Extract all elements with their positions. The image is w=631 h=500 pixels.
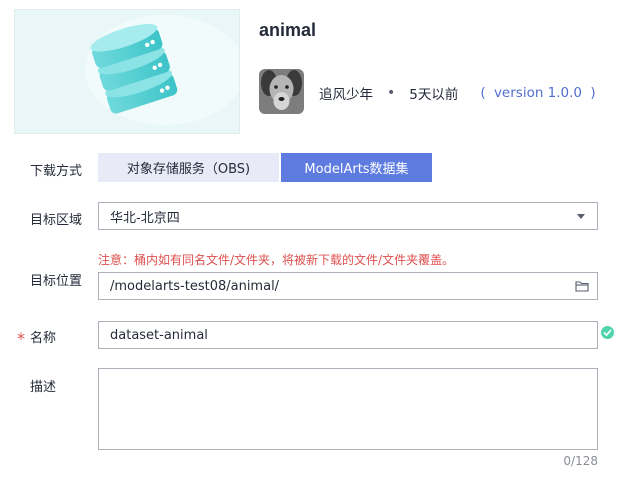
target-location-label: 目标位置 <box>30 274 83 289</box>
dataset-meta: 追风少年 • 5天以前 ( version 1.0.0 ) <box>319 83 598 103</box>
region-select[interactable]: 华北-北京四 <box>98 202 598 230</box>
target-region-label: 目标区域 <box>30 213 83 228</box>
folder-icon[interactable] <box>575 279 589 297</box>
publish-time: 5天以前 <box>409 87 459 103</box>
database-icon <box>85 15 239 125</box>
description-label: 描述 <box>30 380 57 395</box>
meta-separator: • <box>387 85 396 101</box>
name-value: dataset-animal <box>110 327 208 343</box>
dataset-title: animal <box>259 20 317 40</box>
name-input[interactable]: dataset-animal <box>98 321 598 349</box>
download-method-label: 下载方式 <box>30 164 83 179</box>
required-mark: * <box>17 329 25 348</box>
author-name[interactable]: 追风少年 <box>319 83 373 103</box>
tab-modelarts-dataset[interactable]: ModelArts数据集 <box>281 153 432 182</box>
check-circle-icon <box>601 326 614 339</box>
version-text: version 1.0.0 <box>493 85 583 101</box>
region-value: 华北-北京四 <box>110 210 180 226</box>
dataset-thumbnail <box>14 9 240 134</box>
tab-obs[interactable]: 对象存储服务（OBS) <box>98 153 279 182</box>
dog-avatar <box>259 69 304 114</box>
overwrite-warning: 注意：桶内如有同名文件/文件夹，将被新下载的文件/文件夹覆盖。 <box>98 253 455 267</box>
version-badge: ( version 1.0.0 ) <box>480 85 596 101</box>
caret-down-icon[interactable] <box>577 214 585 219</box>
description-textarea[interactable] <box>98 368 598 450</box>
description-counter: 0/128 <box>563 454 598 468</box>
name-label: 名称 <box>30 331 57 346</box>
location-input[interactable]: /modelarts-test08/animal/ <box>98 272 598 300</box>
location-value: /modelarts-test08/animal/ <box>110 278 280 294</box>
